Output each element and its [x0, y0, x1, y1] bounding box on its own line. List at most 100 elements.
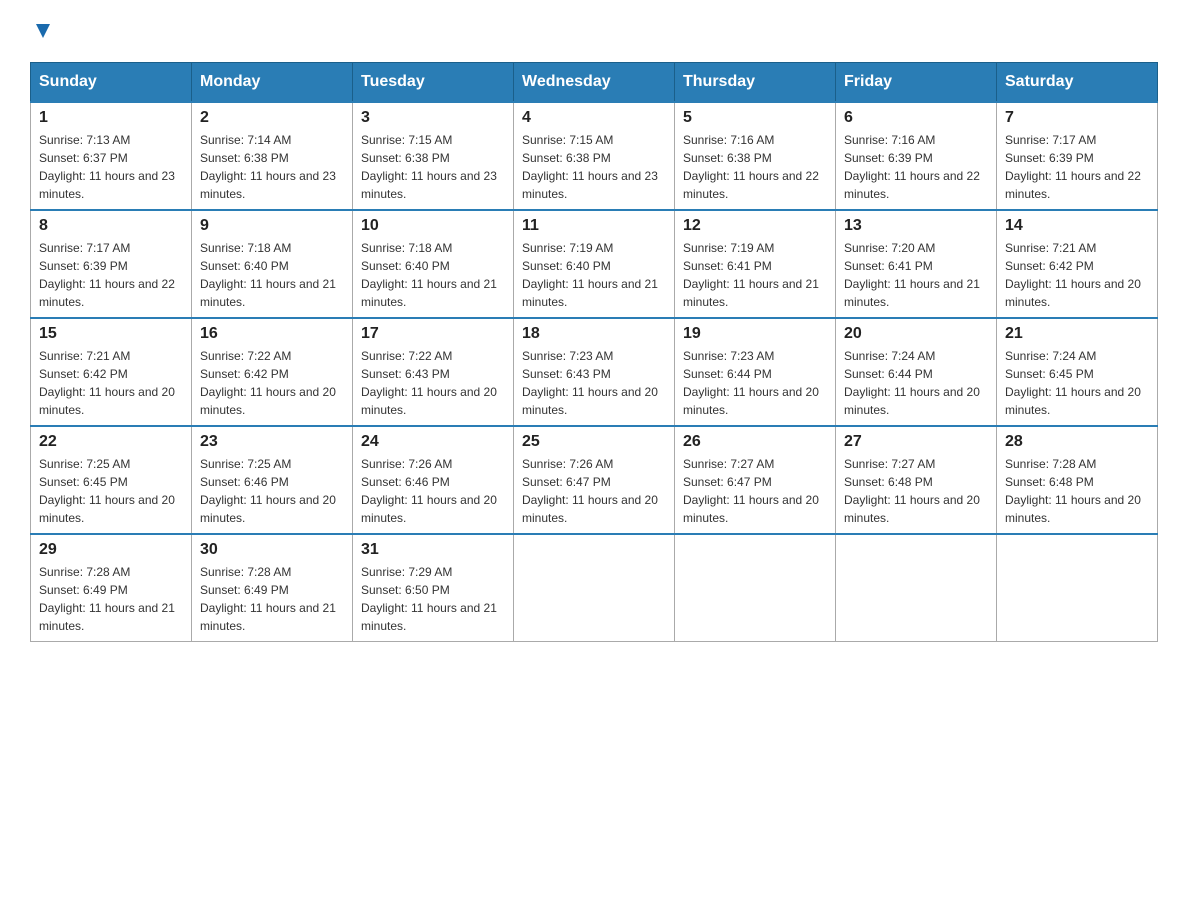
- day-info: Sunrise: 7:13 AMSunset: 6:37 PMDaylight:…: [39, 131, 183, 203]
- calendar-cell: 18 Sunrise: 7:23 AMSunset: 6:43 PMDayligh…: [514, 318, 675, 426]
- day-info: Sunrise: 7:24 AMSunset: 6:45 PMDaylight:…: [1005, 347, 1149, 419]
- day-info: Sunrise: 7:17 AMSunset: 6:39 PMDaylight:…: [1005, 131, 1149, 203]
- day-number: 14: [1005, 217, 1149, 235]
- calendar-cell: 6 Sunrise: 7:16 AMSunset: 6:39 PMDaylight…: [836, 102, 997, 210]
- weekday-header-wednesday: Wednesday: [514, 63, 675, 103]
- calendar-cell: 14 Sunrise: 7:21 AMSunset: 6:42 PMDayligh…: [997, 210, 1158, 318]
- day-info: Sunrise: 7:22 AMSunset: 6:42 PMDaylight:…: [200, 347, 344, 419]
- day-info: Sunrise: 7:25 AMSunset: 6:45 PMDaylight:…: [39, 455, 183, 527]
- calendar-cell: 1 Sunrise: 7:13 AMSunset: 6:37 PMDaylight…: [31, 102, 192, 210]
- week-row-2: 8 Sunrise: 7:17 AMSunset: 6:39 PMDaylight…: [31, 210, 1158, 318]
- day-info: Sunrise: 7:25 AMSunset: 6:46 PMDaylight:…: [200, 455, 344, 527]
- week-row-5: 29Sunrise: 7:28 AMSunset: 6:49 PMDayligh…: [31, 534, 1158, 642]
- day-number: 6: [844, 109, 988, 127]
- calendar-cell: 11Sunrise: 7:19 AMSunset: 6:40 PMDayligh…: [514, 210, 675, 318]
- calendar-cell: 8 Sunrise: 7:17 AMSunset: 6:39 PMDaylight…: [31, 210, 192, 318]
- day-info: Sunrise: 7:22 AMSunset: 6:43 PMDaylight:…: [361, 347, 505, 419]
- day-number: 9: [200, 217, 344, 235]
- day-info: Sunrise: 7:23 AMSunset: 6:44 PMDaylight:…: [683, 347, 827, 419]
- day-number: 13: [844, 217, 988, 235]
- weekday-header-saturday: Saturday: [997, 63, 1158, 103]
- day-info: Sunrise: 7:19 AMSunset: 6:41 PMDaylight:…: [683, 239, 827, 311]
- calendar-cell: 27Sunrise: 7:27 AMSunset: 6:48 PMDayligh…: [836, 426, 997, 534]
- day-number: 8: [39, 217, 183, 235]
- page: SundayMondayTuesdayWednesdayThursdayFrid…: [0, 0, 1188, 662]
- day-number: 23: [200, 433, 344, 451]
- day-number: 22: [39, 433, 183, 451]
- day-info: Sunrise: 7:16 AMSunset: 6:39 PMDaylight:…: [844, 131, 988, 203]
- calendar-cell: 13Sunrise: 7:20 AMSunset: 6:41 PMDayligh…: [836, 210, 997, 318]
- calendar-cell: 22 Sunrise: 7:25 AMSunset: 6:45 PMDayligh…: [31, 426, 192, 534]
- day-number: 19: [683, 325, 827, 343]
- calendar-cell: 4Sunrise: 7:15 AMSunset: 6:38 PMDaylight…: [514, 102, 675, 210]
- day-number: 31: [361, 541, 505, 559]
- calendar-cell: [997, 534, 1158, 642]
- day-info: Sunrise: 7:23 AMSunset: 6:43 PMDaylight:…: [522, 347, 666, 419]
- day-number: 17: [361, 325, 505, 343]
- calendar-cell: 9 Sunrise: 7:18 AMSunset: 6:40 PMDaylight…: [192, 210, 353, 318]
- calendar-cell: 24 Sunrise: 7:26 AMSunset: 6:46 PMDayligh…: [353, 426, 514, 534]
- calendar-cell: [675, 534, 836, 642]
- calendar-cell: 20 Sunrise: 7:24 AMSunset: 6:44 PMDayligh…: [836, 318, 997, 426]
- day-info: Sunrise: 7:28 AMSunset: 6:48 PMDaylight:…: [1005, 455, 1149, 527]
- day-number: 18: [522, 325, 666, 343]
- weekday-header-sunday: Sunday: [31, 63, 192, 103]
- day-number: 3: [361, 109, 505, 127]
- calendar-cell: 19 Sunrise: 7:23 AMSunset: 6:44 PMDayligh…: [675, 318, 836, 426]
- day-info: Sunrise: 7:29 AMSunset: 6:50 PMDaylight:…: [361, 563, 505, 635]
- day-number: 4: [522, 109, 666, 127]
- calendar-cell: 17 Sunrise: 7:22 AMSunset: 6:43 PMDayligh…: [353, 318, 514, 426]
- day-number: 2: [200, 109, 344, 127]
- day-number: 29: [39, 541, 183, 559]
- calendar-cell: 31 Sunrise: 7:29 AMSunset: 6:50 PMDayligh…: [353, 534, 514, 642]
- calendar-cell: 7 Sunrise: 7:17 AMSunset: 6:39 PMDaylight…: [997, 102, 1158, 210]
- day-info: Sunrise: 7:16 AMSunset: 6:38 PMDaylight:…: [683, 131, 827, 203]
- day-info: Sunrise: 7:15 AMSunset: 6:38 PMDaylight:…: [361, 131, 505, 203]
- day-info: Sunrise: 7:26 AMSunset: 6:47 PMDaylight:…: [522, 455, 666, 527]
- week-row-1: 1 Sunrise: 7:13 AMSunset: 6:37 PMDaylight…: [31, 102, 1158, 210]
- calendar-cell: 25 Sunrise: 7:26 AMSunset: 6:47 PMDayligh…: [514, 426, 675, 534]
- day-number: 16: [200, 325, 344, 343]
- week-row-4: 22 Sunrise: 7:25 AMSunset: 6:45 PMDayligh…: [31, 426, 1158, 534]
- day-number: 28: [1005, 433, 1149, 451]
- day-number: 15: [39, 325, 183, 343]
- day-info: Sunrise: 7:27 AMSunset: 6:48 PMDaylight:…: [844, 455, 988, 527]
- day-info: Sunrise: 7:17 AMSunset: 6:39 PMDaylight:…: [39, 239, 183, 311]
- day-number: 20: [844, 325, 988, 343]
- day-info: Sunrise: 7:24 AMSunset: 6:44 PMDaylight:…: [844, 347, 988, 419]
- day-info: Sunrise: 7:21 AMSunset: 6:42 PMDaylight:…: [1005, 239, 1149, 311]
- calendar-cell: [514, 534, 675, 642]
- week-row-3: 15Sunrise: 7:21 AMSunset: 6:42 PMDayligh…: [31, 318, 1158, 426]
- calendar-cell: 16 Sunrise: 7:22 AMSunset: 6:42 PMDayligh…: [192, 318, 353, 426]
- calendar-cell: 23 Sunrise: 7:25 AMSunset: 6:46 PMDayligh…: [192, 426, 353, 534]
- calendar-cell: [836, 534, 997, 642]
- weekday-header-thursday: Thursday: [675, 63, 836, 103]
- day-number: 10: [361, 217, 505, 235]
- day-number: 1: [39, 109, 183, 127]
- weekday-header-monday: Monday: [192, 63, 353, 103]
- day-number: 25: [522, 433, 666, 451]
- calendar-cell: 10Sunrise: 7:18 AMSunset: 6:40 PMDayligh…: [353, 210, 514, 318]
- calendar-cell: 3 Sunrise: 7:15 AMSunset: 6:38 PMDaylight…: [353, 102, 514, 210]
- calendar-cell: 15Sunrise: 7:21 AMSunset: 6:42 PMDayligh…: [31, 318, 192, 426]
- day-number: 26: [683, 433, 827, 451]
- day-number: 7: [1005, 109, 1149, 127]
- calendar-cell: 21Sunrise: 7:24 AMSunset: 6:45 PMDayligh…: [997, 318, 1158, 426]
- calendar-cell: 2 Sunrise: 7:14 AMSunset: 6:38 PMDaylight…: [192, 102, 353, 210]
- day-info: Sunrise: 7:14 AMSunset: 6:38 PMDaylight:…: [200, 131, 344, 203]
- header: [30, 20, 1158, 42]
- calendar-table: SundayMondayTuesdayWednesdayThursdayFrid…: [30, 62, 1158, 642]
- calendar-cell: 26 Sunrise: 7:27 AMSunset: 6:47 PMDayligh…: [675, 426, 836, 534]
- weekday-header-tuesday: Tuesday: [353, 63, 514, 103]
- day-info: Sunrise: 7:27 AMSunset: 6:47 PMDaylight:…: [683, 455, 827, 527]
- day-number: 12: [683, 217, 827, 235]
- calendar-cell: 28 Sunrise: 7:28 AMSunset: 6:48 PMDayligh…: [997, 426, 1158, 534]
- logo: [30, 20, 54, 42]
- day-info: Sunrise: 7:18 AMSunset: 6:40 PMDaylight:…: [200, 239, 344, 311]
- day-info: Sunrise: 7:19 AMSunset: 6:40 PMDaylight:…: [522, 239, 666, 311]
- day-info: Sunrise: 7:26 AMSunset: 6:46 PMDaylight:…: [361, 455, 505, 527]
- calendar-cell: 5 Sunrise: 7:16 AMSunset: 6:38 PMDaylight…: [675, 102, 836, 210]
- day-number: 5: [683, 109, 827, 127]
- day-number: 24: [361, 433, 505, 451]
- calendar-cell: 30Sunrise: 7:28 AMSunset: 6:49 PMDayligh…: [192, 534, 353, 642]
